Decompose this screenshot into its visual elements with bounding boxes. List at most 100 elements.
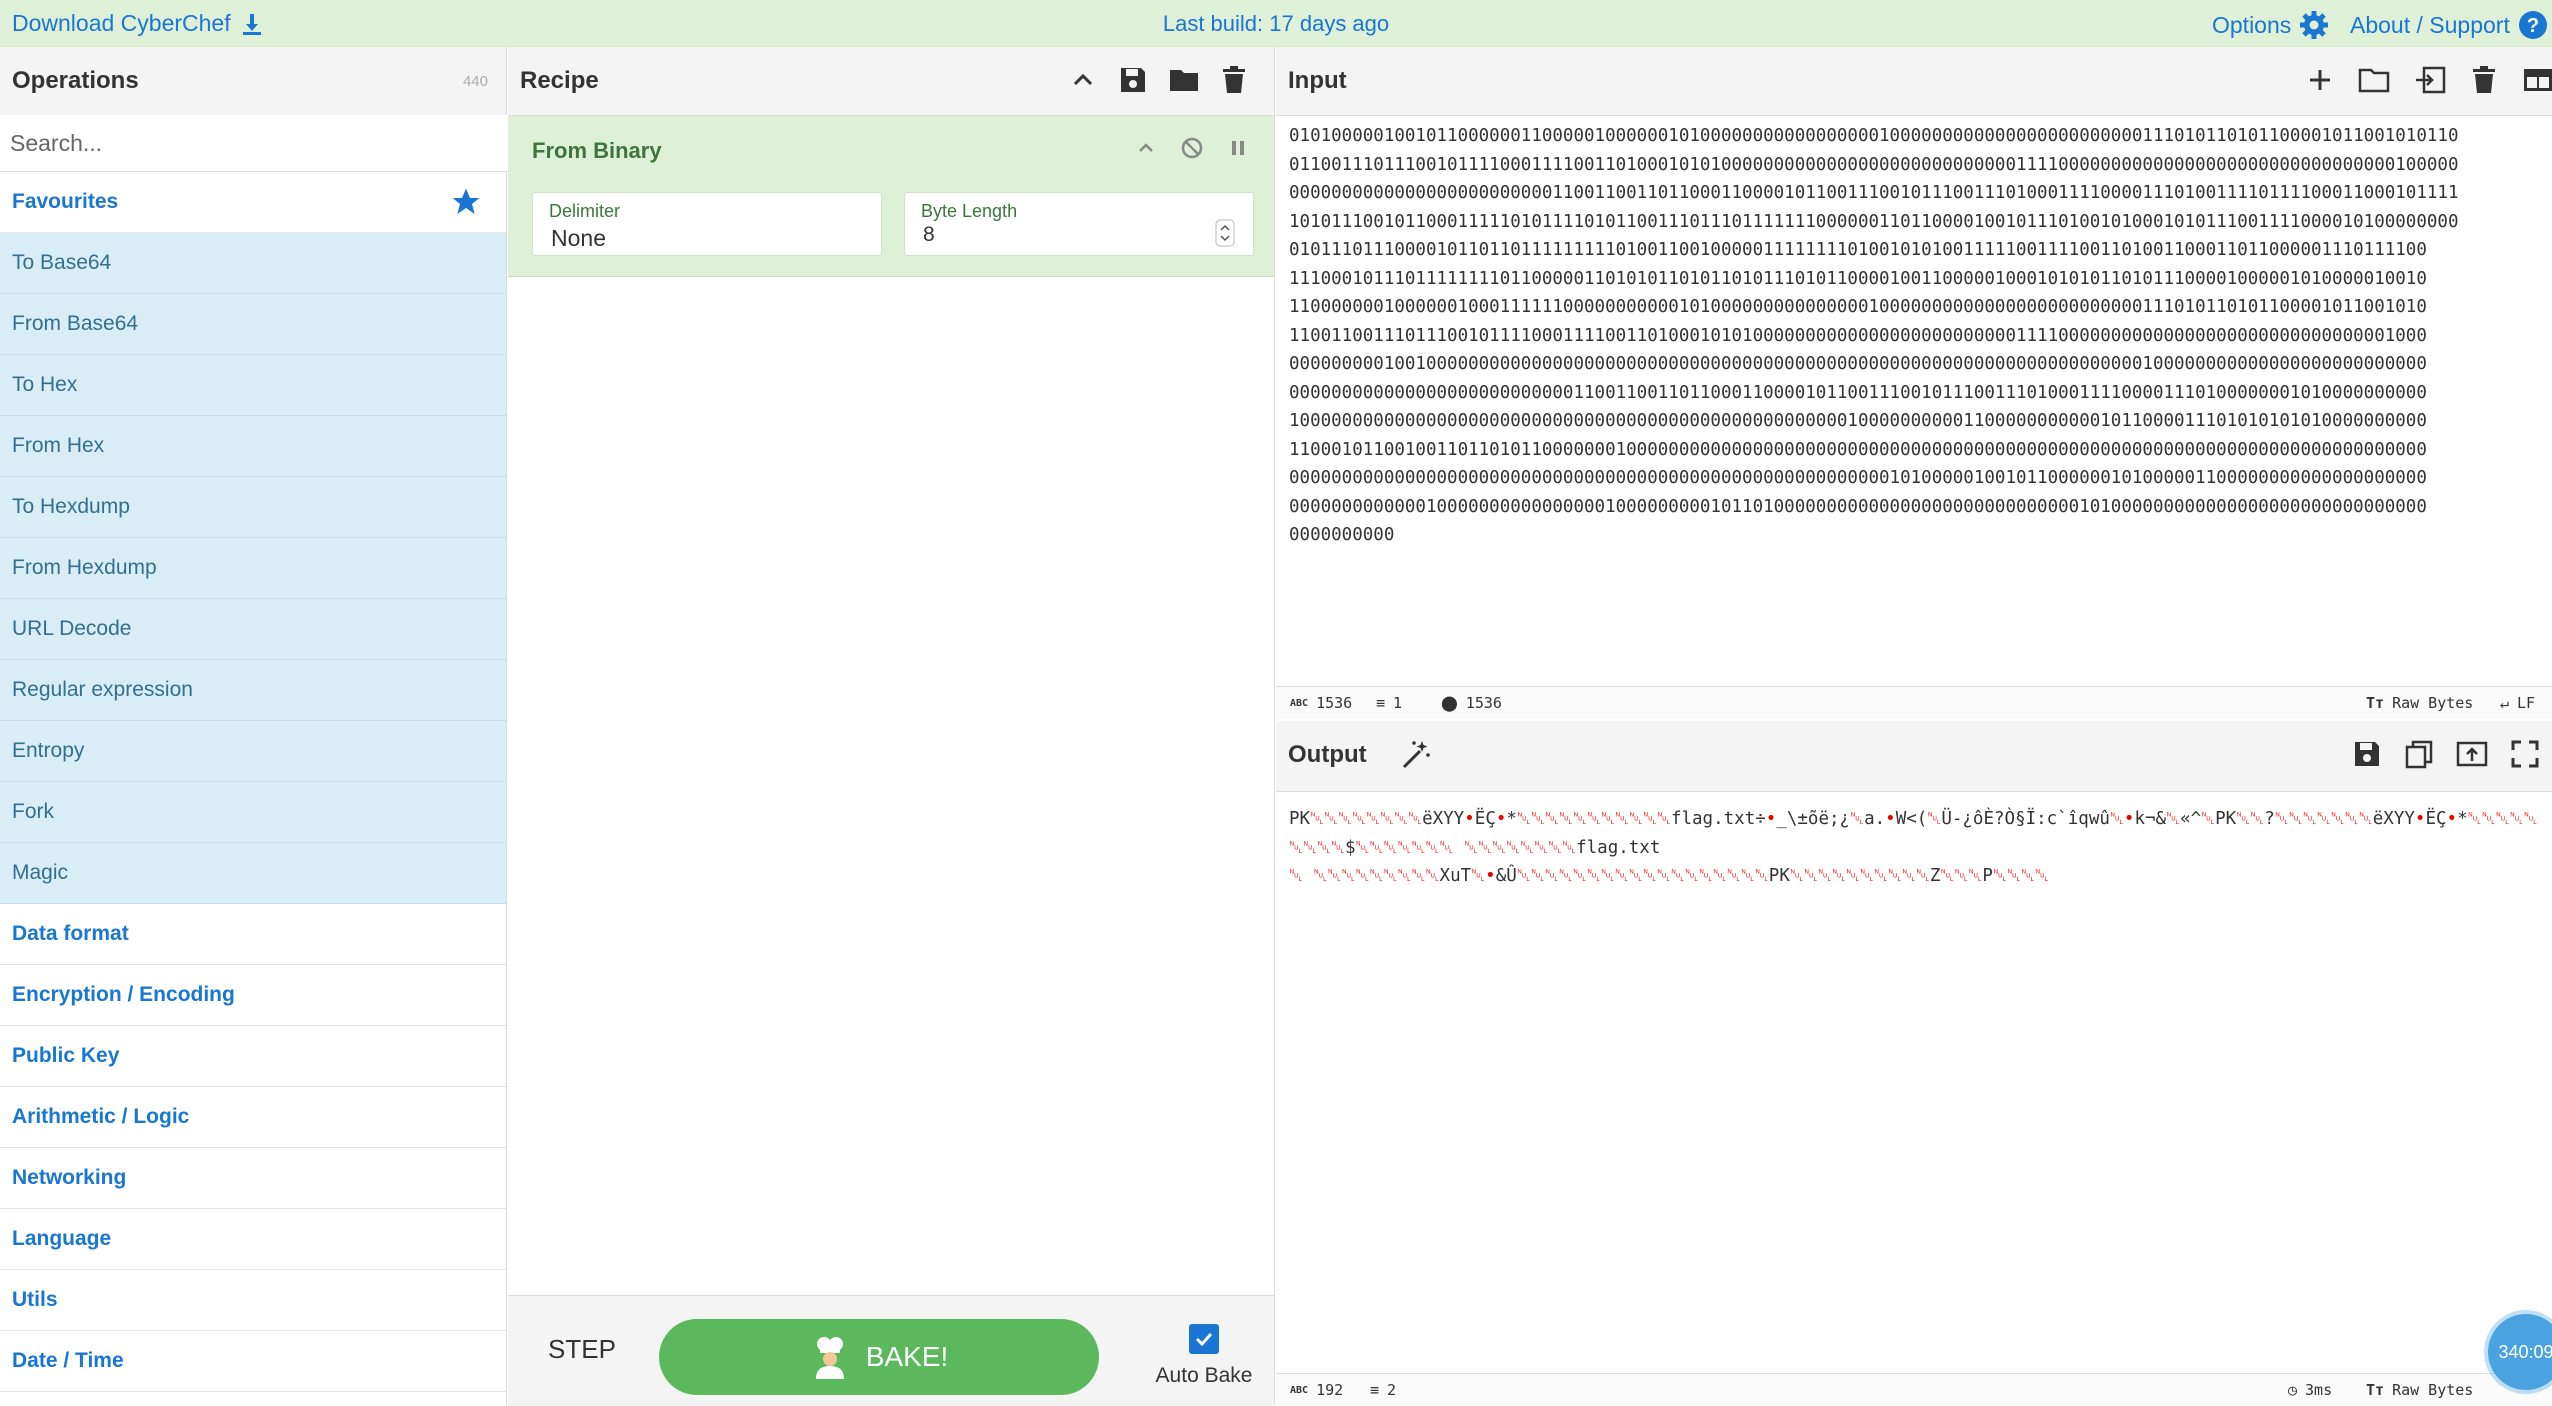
operation-label: To Base64 <box>12 251 112 274</box>
lines-icon: ≡ <box>1376 694 1386 712</box>
category-label: Utils <box>12 1288 58 1311</box>
magic-wand-icon[interactable] <box>1400 739 1432 771</box>
last-build-text: Last build: 17 days ago <box>1162 11 1390 36</box>
delimiter-field[interactable]: Delimiter None <box>532 192 882 256</box>
save-icon[interactable] <box>2352 739 2382 769</box>
replace-input-icon[interactable] <box>2456 739 2488 769</box>
about-support-link[interactable]: About / Support ? <box>2350 10 2548 40</box>
operation-item[interactable]: Regular expression <box>0 660 506 721</box>
operation-item[interactable]: From Base64 <box>0 294 506 355</box>
category-favourites[interactable]: Favourites <box>0 172 506 233</box>
operation-item[interactable]: Entropy <box>0 721 506 782</box>
clock-icon: ◷ <box>2288 1381 2298 1399</box>
step-button[interactable]: STEP <box>548 1334 616 1365</box>
input-line: 1100110011101110010111100011110011010001… <box>1289 325 2427 346</box>
delimiter-value[interactable]: None <box>551 225 606 252</box>
layout-icon[interactable] <box>2522 65 2552 95</box>
operation-label: Fork <box>12 800 54 823</box>
category-item[interactable]: Arithmetic / Logic <box>0 1087 506 1148</box>
input-position: 1536 <box>1465 694 1502 712</box>
recipe-title: Recipe <box>520 67 599 94</box>
input-line: 0000000000000000000000000110011001101100… <box>1289 183 2459 203</box>
input-raw-bytes-toggle[interactable]: Tт Raw Bytes <box>2366 694 2473 712</box>
delimiter-label: Delimiter <box>549 201 621 221</box>
disable-icon[interactable] <box>1180 136 1204 160</box>
abc-icon: ABC <box>1290 1384 1309 1396</box>
auto-bake-checkbox[interactable] <box>1189 1324 1219 1354</box>
byte-length-value[interactable]: 8 <box>923 223 935 247</box>
operation-name: From Binary <box>532 138 662 163</box>
copy-icon[interactable] <box>2404 739 2434 769</box>
save-icon[interactable] <box>1118 65 1148 95</box>
trash-icon[interactable] <box>1220 65 1248 95</box>
plus-icon[interactable] <box>2306 65 2334 95</box>
category-label: Encryption / Encoding <box>12 983 235 1006</box>
input-textarea[interactable]: 0101000001001011000000110000010000001010… <box>1289 122 2549 682</box>
input-header: Input <box>1276 47 2552 116</box>
star-icon[interactable] <box>450 186 482 218</box>
category-item[interactable]: Public Key <box>0 1026 506 1087</box>
options-link[interactable]: Options <box>2212 10 2329 40</box>
recipe-operation-from-binary[interactable]: From Binary Delimiter None Byte Length 8 <box>508 116 1274 277</box>
input-line: 0000000000 <box>1289 525 1395 545</box>
eol-label: LF <box>2517 694 2536 712</box>
lines-icon: ≡ <box>1370 1381 1380 1399</box>
operation-item[interactable]: Fork <box>0 782 506 843</box>
operations-title: Operations <box>12 67 139 94</box>
category-item[interactable]: Language <box>0 1209 506 1270</box>
operations-panel: Operations 440 Favourites To Base64 From … <box>0 47 516 1405</box>
operation-item[interactable]: From Hex <box>0 416 506 477</box>
eol-toggle[interactable]: ↵ LF <box>2500 694 2535 712</box>
abc-icon: ABC <box>1290 697 1309 709</box>
input-line: 0101110111000010110110111111111010011001… <box>1289 240 2427 260</box>
input-line: 1100010110010011011010110000000100000000… <box>1289 439 2427 460</box>
maximise-icon[interactable] <box>2510 739 2540 769</box>
load-input-icon[interactable] <box>2414 65 2446 95</box>
help-icon: ? <box>2518 11 2547 39</box>
operation-item[interactable]: From Hexdump <box>0 538 506 599</box>
pause-icon[interactable] <box>1226 136 1250 160</box>
category-item[interactable]: Date / Time <box>0 1331 506 1392</box>
spinner-icon[interactable] <box>1215 219 1235 247</box>
recipe-header: Recipe <box>508 47 1274 116</box>
category-label: Public Key <box>12 1044 120 1067</box>
category-label: Networking <box>12 1166 127 1189</box>
category-label: Data format <box>12 922 129 945</box>
chef-icon <box>815 1337 844 1379</box>
folder-icon[interactable] <box>1168 65 1200 95</box>
operation-item[interactable]: URL Decode <box>0 599 506 660</box>
chevron-up-icon[interactable] <box>1134 136 1158 160</box>
operation-item[interactable]: Magic <box>0 843 506 904</box>
input-line: 0000000000000100000000000000001000000000… <box>1289 496 2427 517</box>
input-line: 0101000001001011000000110000010000001010… <box>1289 126 2459 146</box>
auto-bake-toggle[interactable]: Auto Bake <box>1144 1324 1264 1388</box>
category-item[interactable]: Data format <box>0 904 506 965</box>
category-item[interactable]: Encryption / Encoding <box>0 965 506 1026</box>
output-text[interactable]: PK␀␀␀␀␀␀␀␀ëXYY•ËÇ•*␀␀␀␀␀␀␀␀␀␀␀flag.txt÷•… <box>1289 805 2549 891</box>
chevron-up-icon[interactable] <box>1068 65 1098 95</box>
operation-item[interactable]: To Base64 <box>0 233 506 294</box>
input-status-bar: ABC 1536 ≡ 1 ⬤ 1536 Tт Raw Bytes ↵ LF <box>1276 686 2552 719</box>
open-folder-icon[interactable] <box>2358 65 2390 95</box>
input-line: 1110001011101111111101100000110101011010… <box>1289 268 2427 289</box>
byte-length-field[interactable]: Byte Length 8 <box>904 192 1254 256</box>
bake-time: 3ms <box>2305 1381 2333 1399</box>
category-item[interactable]: Utils <box>0 1270 506 1331</box>
output-raw-bytes-toggle[interactable]: Tт Raw Bytes <box>2366 1381 2473 1399</box>
operation-item[interactable]: To Hexdump <box>0 477 506 538</box>
operation-item[interactable]: To Hex <box>0 355 506 416</box>
operation-label: To Hex <box>12 373 78 396</box>
operation-label: To Hexdump <box>12 495 130 518</box>
category-item[interactable]: Networking <box>0 1148 506 1209</box>
operation-label: URL Decode <box>12 617 132 640</box>
output-line-count: 2 <box>1387 1381 1397 1399</box>
trash-icon[interactable] <box>2470 65 2498 95</box>
operations-search-input[interactable] <box>0 115 516 172</box>
return-icon: ↵ <box>2500 694 2510 712</box>
bake-button[interactable]: BAKE! <box>659 1319 1099 1395</box>
operation-label: From Hex <box>12 434 105 457</box>
category-label: Language <box>12 1227 112 1250</box>
bake-bar: STEP BAKE! Auto Bake <box>508 1295 1274 1406</box>
input-line: 0110011101110010111100011110011010001010… <box>1289 154 2459 175</box>
text-size-icon: Tт <box>2366 1381 2385 1399</box>
